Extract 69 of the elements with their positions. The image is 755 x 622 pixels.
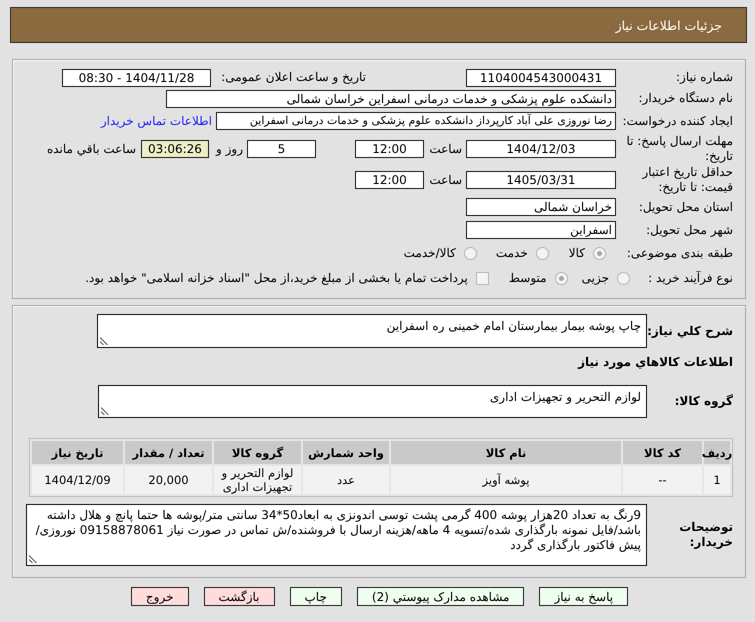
action-button[interactable]: خروج <box>130 587 188 606</box>
radio-button[interactable] <box>464 246 477 260</box>
column-header: ردیف <box>704 441 730 464</box>
field-label: شهر محل تحویل: <box>646 222 733 236</box>
table-cell: 1404/12/09 <box>32 466 123 494</box>
radio-button[interactable] <box>617 272 630 284</box>
days-field[interactable]: 5 <box>247 140 316 158</box>
table-cell: -- <box>623 466 702 494</box>
option-label: کالا <box>568 246 585 260</box>
radio-button[interactable] <box>536 246 549 260</box>
field-label: شرح کلي نیاز: <box>647 324 733 338</box>
column-header: گروه کالا <box>214 441 301 464</box>
section-title: اطلاعات کالاهاي مورد نیاز <box>578 355 733 369</box>
field-label: تاریخ و ساعت اعلان عمومی: <box>221 70 366 84</box>
option-label: کالا/خدمت <box>404 246 456 260</box>
option-label: جزیی <box>582 271 609 285</box>
column-header: تعداد / مقدار <box>125 441 212 464</box>
checkbox[interactable] <box>476 272 489 284</box>
field-label: روز و <box>216 142 243 156</box>
column-header: نام کالا <box>391 441 621 464</box>
remaining-time-field[interactable]: 03:06:26 <box>141 140 209 158</box>
goods-group-field[interactable]: لوازم التحریر و تجهیزات اداری <box>98 385 647 418</box>
field-label: مهلت ارسال پاسخ: تا تاریخ: <box>626 134 733 163</box>
field-label: شماره نیاز: <box>676 70 733 84</box>
field-label: حداقل تاریخ اعتبار قیمت: تا تاریخ: <box>642 165 733 194</box>
column-header: کد کالا <box>623 441 702 464</box>
deadline-date-field[interactable]: 1404/12/03 <box>466 140 616 158</box>
radio-button[interactable] <box>554 272 568 284</box>
field-label: توضیحات خریدار: <box>679 520 733 549</box>
validity-time-field[interactable]: 12:00 <box>355 171 424 189</box>
field-label: ساعت <box>429 142 462 156</box>
table-cell: پوشه آویز <box>391 466 621 494</box>
table-cell: 1 <box>704 466 730 494</box>
buyer-notes-field[interactable]: 9رنگ به تعداد 20هزار پوشه 400 گرمی پشت توسی اندونزی به ابعاد50*34 سانتی متر/پوشه ها حتما پانچ و هلال داشته باشد/فایل نمونه بارگذاری شده/تسویه 4 ماهه/هزینه ارسال با فروشنده/ش تماس در صورت نیاز 09158878061 نوروزی/ پیش فاکتور بارگذاری گردد <box>26 504 647 566</box>
announce-date-field[interactable]: 1404/11/28 - 08:30 <box>62 68 211 86</box>
resize-grip-icon[interactable] <box>100 337 108 345</box>
contact-info-link[interactable]: اطلاعات تماس خریدار <box>100 114 212 128</box>
city-field[interactable]: اسفراین <box>466 221 616 239</box>
action-button[interactable]: بازگشت <box>204 587 274 606</box>
deadline-time-field[interactable]: 12:00 <box>355 140 424 158</box>
column-header: تاریخ نیاز <box>32 441 123 464</box>
action-button[interactable]: پاسخ به نیاز <box>539 587 628 606</box>
field-label: طبقه بندی موضوعی: <box>626 246 733 260</box>
field-label: نام دستگاه خریدار: <box>638 91 733 105</box>
option-label: خدمت <box>496 246 528 260</box>
payment-note: پرداخت تمام یا بخشی از مبلغ خرید،از محل "اسناد خزانه اسلامی" خواهد بود. <box>85 271 468 285</box>
resize-grip-icon[interactable] <box>29 555 37 563</box>
table-cell: عدد <box>303 466 389 494</box>
field-label: استان محل تحویل: <box>638 200 733 214</box>
description-field[interactable]: چاپ پوشه بیمار بیمارستان امام خمینی ره اسفراین <box>97 314 647 348</box>
option-label: متوسط <box>508 271 547 285</box>
table-cell: 20,000 <box>125 466 212 494</box>
field-label: ایجاد کننده درخواست: <box>622 114 733 128</box>
province-field[interactable]: خراسان شمالی <box>466 198 616 216</box>
action-button[interactable]: چاپ <box>290 587 342 606</box>
field-label: ساعت باقي مانده <box>46 142 136 156</box>
resize-grip-icon[interactable] <box>101 407 109 415</box>
field-label: نوع فرآیند خرید : <box>648 270 733 284</box>
table-cell: لوازم التحریر و تجهیزات اداری <box>214 466 301 494</box>
field-label: گروه کالا: <box>674 394 733 408</box>
column-header: واحد شمارش <box>303 441 389 464</box>
action-button[interactable]: مشاهده مدارک پیوستي (2) <box>356 587 524 606</box>
validity-date-field[interactable]: 1405/03/31 <box>466 171 616 189</box>
creator-field[interactable]: رضا نوروزی علی آباد کارپرداز دانشکده علوم پزشکی و خدمات درمانی اسفراین <box>216 112 616 130</box>
page-title: جزئیات اطلاعات نیاز <box>616 18 722 32</box>
radio-button[interactable] <box>593 246 606 260</box>
field-label: ساعت <box>429 172 462 186</box>
buyer-org-field[interactable]: دانشکده علوم پزشکی و خدمات درمانی اسفراین خراسان شمالی <box>166 90 616 108</box>
need-number-field[interactable]: 1104004543000431 <box>466 68 616 86</box>
